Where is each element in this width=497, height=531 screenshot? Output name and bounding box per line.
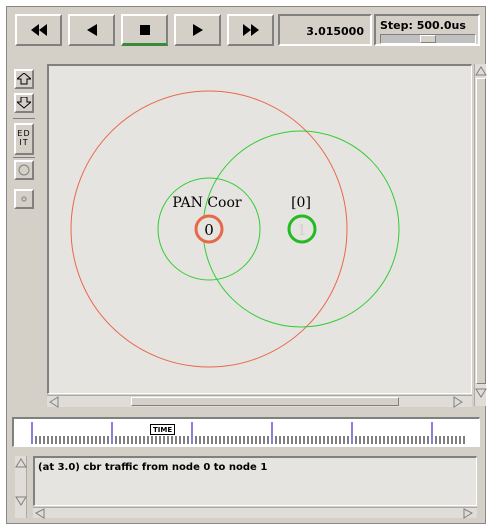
time-marker[interactable]: TIME (150, 424, 176, 435)
circle-icon (18, 164, 30, 176)
scroll-right-icon (453, 396, 463, 408)
canvas-horizontal-scrollbar[interactable] (47, 395, 472, 408)
node-1-label: [0] (291, 195, 311, 211)
nam-window: 3.015000 Step: 500.0us ED IT 0 PAN Coor … (6, 6, 487, 524)
tool-separator (13, 118, 35, 119)
node-0-label: PAN Coor (172, 195, 242, 211)
tool-separator (13, 157, 35, 158)
stop-button[interactable] (121, 14, 168, 46)
step-label: Step: 500.0us (380, 19, 466, 32)
edit-label-bottom: IT (19, 138, 29, 147)
node-0-id: 0 (204, 221, 214, 239)
step-slider-thumb[interactable] (420, 35, 436, 43)
step-control: Step: 500.0us (374, 14, 480, 46)
scroll-left-icon (49, 396, 59, 408)
vertical-scroll-thumb[interactable] (476, 78, 486, 384)
node-1-id: 1 (297, 221, 307, 239)
rewind-button[interactable] (15, 14, 62, 46)
zoom-out-icon (17, 97, 31, 109)
edit-button[interactable]: ED IT (14, 123, 34, 155)
timeline-slider[interactable]: TIME (12, 417, 480, 447)
play-backward-icon (86, 24, 97, 36)
dot-icon (21, 196, 27, 202)
rewind-icon (30, 24, 47, 36)
scroll-down-icon (15, 496, 27, 506)
node-tool-button[interactable] (14, 160, 34, 180)
stop-icon (139, 24, 150, 35)
zoom-out-button[interactable] (14, 93, 34, 113)
message-line: (at 3.0) cbr traffic from node 0 to node… (38, 462, 268, 473)
scroll-down-icon (475, 388, 487, 398)
messages-horizontal-scrollbar[interactable] (33, 507, 477, 519)
scroll-up-icon (475, 66, 487, 76)
current-time-display: 3.015000 (278, 14, 372, 46)
fast-forward-icon (242, 24, 259, 36)
edit-label-top: ED (17, 129, 31, 138)
zoom-in-icon (17, 73, 31, 85)
point-tool-button[interactable] (14, 189, 34, 209)
step-slider[interactable] (380, 34, 476, 44)
messages-vertical-scrollbar[interactable] (15, 456, 27, 518)
message-panel: (at 3.0) cbr traffic from node 0 to node… (33, 456, 477, 506)
scroll-left-icon (35, 508, 45, 519)
canvas-vertical-scrollbar[interactable] (474, 64, 487, 406)
network-canvas[interactable]: 0 PAN Coor 1 [0] (47, 64, 472, 394)
horizontal-scroll-thumb[interactable] (131, 397, 399, 406)
timeline-ticks (31, 422, 465, 444)
scroll-right-icon (463, 508, 473, 519)
scroll-up-icon (15, 458, 27, 468)
network-view: 0 PAN Coor 1 [0] (70, 90, 400, 368)
play-forward-button[interactable] (174, 14, 221, 46)
fast-forward-button[interactable] (227, 14, 274, 46)
zoom-in-button[interactable] (14, 69, 34, 89)
play-backward-button[interactable] (68, 14, 115, 46)
play-forward-icon (192, 24, 203, 36)
